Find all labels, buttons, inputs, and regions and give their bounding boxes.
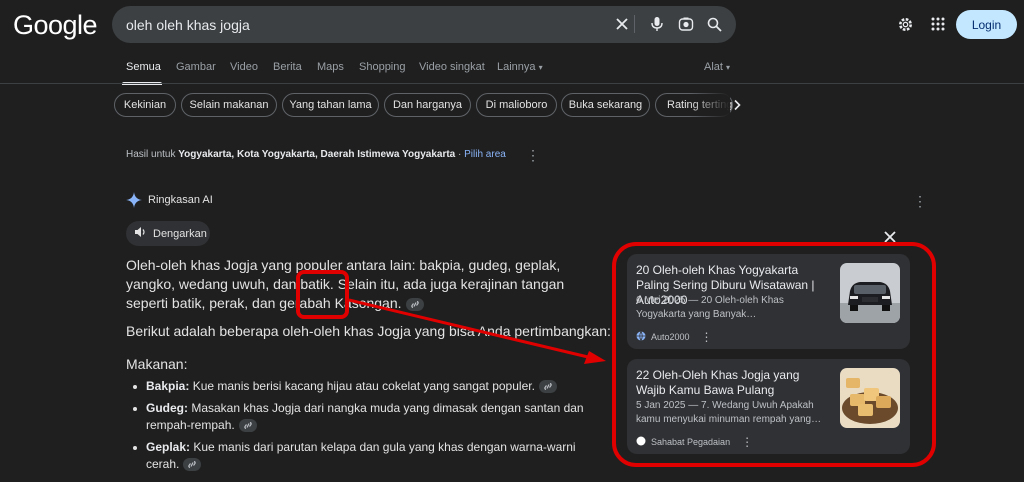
annotation-arrow <box>348 298 606 364</box>
